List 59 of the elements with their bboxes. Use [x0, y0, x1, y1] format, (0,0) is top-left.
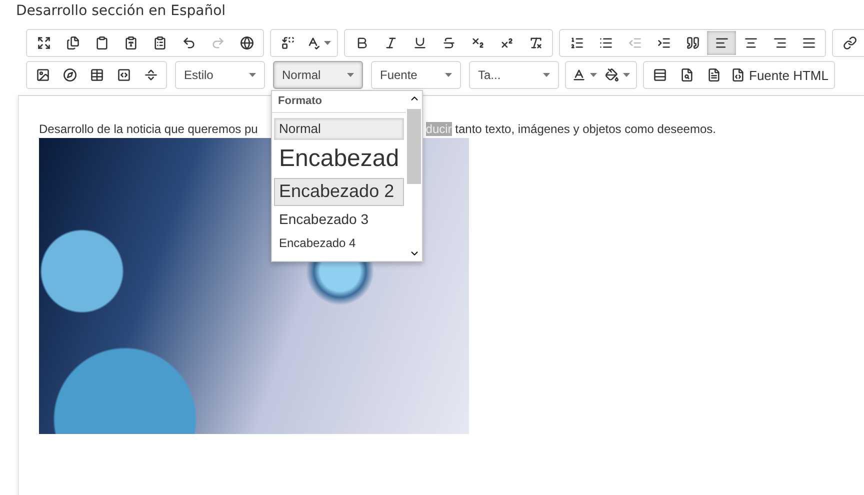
clipboard-text-icon: [124, 36, 138, 50]
align-center-icon: [744, 36, 758, 50]
menu-item[interactable]: Encabezad: [274, 142, 404, 176]
preview-icon: [680, 68, 694, 82]
image-icon: [36, 68, 50, 82]
menu-item[interactable]: Normal: [274, 118, 404, 140]
link-icon: [842, 36, 856, 50]
superscript-icon: [500, 36, 514, 50]
toolbar-button[interactable]: Fuente HTML: [727, 63, 832, 87]
text-color-icon: [572, 68, 586, 82]
caret-icon: [590, 73, 597, 77]
caret-icon: [249, 73, 256, 77]
background-color-icon: [605, 68, 619, 82]
menu-item[interactable]: Encabezado 2: [274, 178, 404, 206]
caret-icon: [347, 73, 354, 77]
table-icon: [90, 68, 104, 82]
undo-icon: [182, 36, 196, 50]
blocks-icon: [652, 68, 666, 82]
spellcheck-icon: [306, 36, 320, 50]
caret-icon: [445, 73, 452, 77]
format-dropdown[interactable]: Estilo: [175, 61, 265, 89]
format-dropdown[interactable]: Ta...: [469, 61, 559, 89]
underline-icon: [412, 36, 426, 50]
caret-icon: [543, 73, 550, 77]
selected-text: ducir: [426, 122, 452, 136]
menu-item[interactable]: Encabezado 3: [274, 208, 404, 231]
justify-icon: [802, 36, 816, 50]
caret-icon: [623, 73, 630, 77]
italic-icon: [384, 36, 398, 50]
clipboard-list-icon: [152, 36, 166, 50]
clipboard-icon: [94, 36, 108, 50]
align-right-icon: [772, 36, 786, 50]
section-title: Desarrollo sección en Español: [15, 2, 227, 21]
subscript-icon: [470, 36, 484, 50]
source-code-icon: [731, 68, 745, 82]
replace-icon: [280, 36, 294, 50]
expand-icon: [36, 36, 50, 50]
remove-format-icon: [528, 36, 542, 50]
menu-item[interactable]: Encabezado 4: [274, 232, 404, 254]
document-icon: [706, 68, 720, 82]
strikethrough-icon: [442, 36, 456, 50]
div-icon: [116, 68, 130, 82]
paragraph-text: Desarrollo de la noticia que queremos pu: [39, 122, 258, 136]
globe-icon: [240, 36, 254, 50]
menu-header: Formato: [272, 91, 406, 113]
paragraph-text: tanto texto, imágenes y objetos como deseemos.: [455, 122, 716, 136]
align-left-icon: [714, 36, 728, 50]
quote-icon: [686, 36, 700, 50]
indent-icon: [656, 36, 670, 50]
caret-icon: [324, 41, 331, 45]
format-dropdown[interactable]: Fuente: [371, 61, 461, 89]
toolbar-button[interactable]: [707, 31, 736, 55]
numbered-list-icon: [570, 36, 584, 50]
horizontal-line-icon: [144, 68, 158, 82]
outdent-icon: [628, 36, 642, 50]
bulleted-list-icon: [598, 36, 612, 50]
redo-icon: [210, 36, 224, 50]
pages-icon: [66, 36, 80, 50]
format-dropdown[interactable]: Normal: [273, 61, 363, 89]
